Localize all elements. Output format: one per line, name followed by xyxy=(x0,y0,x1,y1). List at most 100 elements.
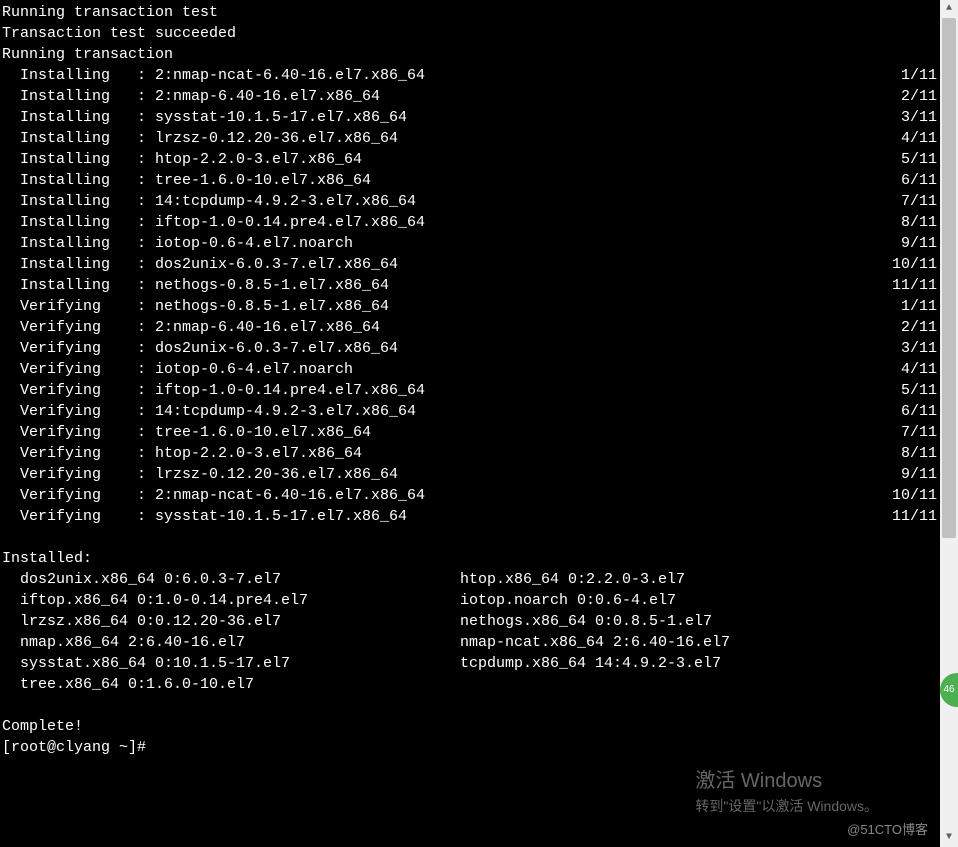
package-action-line: Installing:2:nmap-ncat-6.40-16.el7.x86_6… xyxy=(2,65,937,86)
package-action-line: Installing:dos2unix-6.0.3-7.el7.x86_6410… xyxy=(2,254,937,275)
package-action-line: Installing:2:nmap-6.40-16.el7.x86_642/11 xyxy=(2,86,937,107)
action-label: Verifying xyxy=(20,338,137,359)
progress-counter: 2/11 xyxy=(901,317,937,338)
status-line: Running transaction test xyxy=(2,2,936,23)
package-action-line: Verifying:dos2unix-6.0.3-7.el7.x86_643/1… xyxy=(2,338,937,359)
watermark-title: 激活 Windows xyxy=(695,767,878,795)
package-name: iftop-1.0-0.14.pre4.el7.x86_64 xyxy=(155,212,425,233)
package-name: dos2unix-6.0.3-7.el7.x86_64 xyxy=(155,254,398,275)
action-label: Verifying xyxy=(20,401,137,422)
progress-counter: 4/11 xyxy=(901,128,937,149)
scroll-up-arrow[interactable]: ▲ xyxy=(940,0,958,18)
package-action-line: Installing:lrzsz-0.12.20-36.el7.x86_644/… xyxy=(2,128,937,149)
complete-line: Complete! xyxy=(2,716,936,737)
action-label: Installing xyxy=(20,191,137,212)
progress-counter: 6/11 xyxy=(901,401,937,422)
package-action-line: Verifying:htop-2.2.0-3.el7.x86_648/11 xyxy=(2,443,937,464)
progress-counter: 2/11 xyxy=(901,86,937,107)
action-label: Installing xyxy=(20,149,137,170)
installed-package: nmap-ncat.x86_64 2:6.40-16.el7 xyxy=(460,632,936,653)
progress-counter: 11/11 xyxy=(892,275,937,296)
package-name: 2:nmap-6.40-16.el7.x86_64 xyxy=(155,317,380,338)
progress-counter: 3/11 xyxy=(901,107,937,128)
progress-counter: 1/11 xyxy=(901,296,937,317)
action-label: Verifying xyxy=(20,317,137,338)
package-action-line: Verifying:lrzsz-0.12.20-36.el7.x86_649/1… xyxy=(2,464,937,485)
package-name: 2:nmap-6.40-16.el7.x86_64 xyxy=(155,86,380,107)
package-action-line: Installing:htop-2.2.0-3.el7.x86_645/11 xyxy=(2,149,937,170)
installed-package: dos2unix.x86_64 0:6.0.3-7.el7 xyxy=(20,569,460,590)
package-name: lrzsz-0.12.20-36.el7.x86_64 xyxy=(155,128,398,149)
watermark-subtitle: 转到"设置"以激活 Windows。 xyxy=(695,797,878,817)
action-label: Installing xyxy=(20,212,137,233)
package-action-line: Installing:sysstat-10.1.5-17.el7.x86_643… xyxy=(2,107,937,128)
blank-line xyxy=(2,527,936,548)
progress-counter: 4/11 xyxy=(901,359,937,380)
package-name: nethogs-0.8.5-1.el7.x86_64 xyxy=(155,296,389,317)
shell-prompt[interactable]: [root@clyang ~]# xyxy=(2,737,936,758)
action-label: Installing xyxy=(20,254,137,275)
vertical-scrollbar[interactable]: ▲ ▼ xyxy=(940,0,958,847)
action-label: Installing xyxy=(20,65,137,86)
progress-counter: 10/11 xyxy=(892,254,937,275)
package-action-line: Verifying:2:nmap-6.40-16.el7.x86_642/11 xyxy=(2,317,937,338)
package-name: tree-1.6.0-10.el7.x86_64 xyxy=(155,422,371,443)
installed-header: Installed: xyxy=(2,548,936,569)
package-action-line: Verifying:14:tcpdump-4.9.2-3.el7.x86_646… xyxy=(2,401,937,422)
action-label: Verifying xyxy=(20,422,137,443)
package-name: lrzsz-0.12.20-36.el7.x86_64 xyxy=(155,464,398,485)
installed-package: htop.x86_64 0:2.2.0-3.el7 xyxy=(460,569,936,590)
progress-counter: 9/11 xyxy=(901,464,937,485)
package-action-line: Verifying:iftop-1.0-0.14.pre4.el7.x86_64… xyxy=(2,380,937,401)
action-label: Installing xyxy=(20,128,137,149)
status-line: Running transaction xyxy=(2,44,936,65)
installed-package: tcpdump.x86_64 14:4.9.2-3.el7 xyxy=(460,653,936,674)
package-name: iftop-1.0-0.14.pre4.el7.x86_64 xyxy=(155,380,425,401)
package-name: htop-2.2.0-3.el7.x86_64 xyxy=(155,149,362,170)
package-name: nethogs-0.8.5-1.el7.x86_64 xyxy=(155,275,389,296)
package-action-line: Verifying:nethogs-0.8.5-1.el7.x86_641/11 xyxy=(2,296,937,317)
package-name: sysstat-10.1.5-17.el7.x86_64 xyxy=(155,107,407,128)
action-label: Verifying xyxy=(20,464,137,485)
blog-watermark: @51CTO博客 xyxy=(847,821,928,839)
terminal-output[interactable]: Running transaction test Transaction tes… xyxy=(0,0,938,847)
package-name: htop-2.2.0-3.el7.x86_64 xyxy=(155,443,362,464)
windows-activation-watermark: 激活 Windows 转到"设置"以激活 Windows。 xyxy=(695,767,878,817)
installed-package: nethogs.x86_64 0:0.8.5-1.el7 xyxy=(460,611,936,632)
progress-counter: 6/11 xyxy=(901,170,937,191)
package-name: 14:tcpdump-4.9.2-3.el7.x86_64 xyxy=(155,401,416,422)
package-action-line: Installing:nethogs-0.8.5-1.el7.x86_6411/… xyxy=(2,275,937,296)
action-label: Installing xyxy=(20,233,137,254)
progress-counter: 1/11 xyxy=(901,65,937,86)
installed-package: nmap.x86_64 2:6.40-16.el7 xyxy=(20,632,460,653)
action-label: Installing xyxy=(20,275,137,296)
package-action-line: Verifying:2:nmap-ncat-6.40-16.el7.x86_64… xyxy=(2,485,937,506)
progress-counter: 5/11 xyxy=(901,149,937,170)
action-label: Installing xyxy=(20,170,137,191)
package-name: tree-1.6.0-10.el7.x86_64 xyxy=(155,170,371,191)
action-label: Verifying xyxy=(20,443,137,464)
package-name: 2:nmap-ncat-6.40-16.el7.x86_64 xyxy=(155,485,425,506)
action-label: Verifying xyxy=(20,296,137,317)
progress-counter: 10/11 xyxy=(892,485,937,506)
progress-counter: 7/11 xyxy=(901,422,937,443)
package-action-line: Installing:14:tcpdump-4.9.2-3.el7.x86_64… xyxy=(2,191,937,212)
scroll-thumb[interactable] xyxy=(942,18,956,538)
package-name: dos2unix-6.0.3-7.el7.x86_64 xyxy=(155,338,398,359)
package-name: sysstat-10.1.5-17.el7.x86_64 xyxy=(155,506,407,527)
installed-package xyxy=(460,674,936,695)
package-name: 2:nmap-ncat-6.40-16.el7.x86_64 xyxy=(155,65,425,86)
package-name: iotop-0.6-4.el7.noarch xyxy=(155,233,353,254)
installed-package: iotop.noarch 0:0.6-4.el7 xyxy=(460,590,936,611)
progress-counter: 11/11 xyxy=(892,506,937,527)
installed-package: iftop.x86_64 0:1.0-0.14.pre4.el7 xyxy=(20,590,460,611)
status-line: Transaction test succeeded xyxy=(2,23,936,44)
action-label: Verifying xyxy=(20,485,137,506)
scroll-down-arrow[interactable]: ▼ xyxy=(940,829,958,847)
blank-line xyxy=(2,695,936,716)
package-name: 14:tcpdump-4.9.2-3.el7.x86_64 xyxy=(155,191,416,212)
action-label: Installing xyxy=(20,107,137,128)
package-action-line: Installing:iftop-1.0-0.14.pre4.el7.x86_6… xyxy=(2,212,937,233)
package-action-line: Verifying:iotop-0.6-4.el7.noarch4/11 xyxy=(2,359,937,380)
action-label: Verifying xyxy=(20,506,137,527)
